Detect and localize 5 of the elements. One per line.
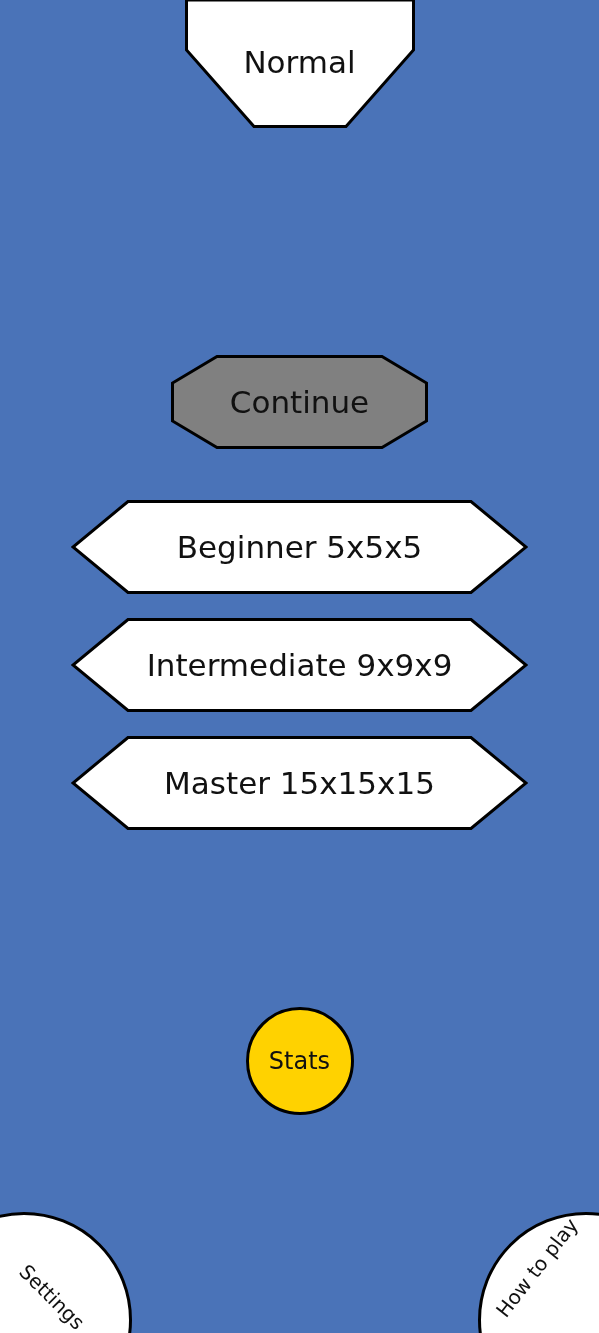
level-button[interactable]: Beginner 5x5x5 (71, 500, 528, 594)
stats-button[interactable]: Stats (245, 1007, 354, 1115)
level-button[interactable]: Master 15x15x15 (71, 736, 528, 830)
mode-tab[interactable]: Normal (184, 0, 415, 128)
level-button[interactable]: Intermediate 9x9x9 (71, 618, 528, 712)
